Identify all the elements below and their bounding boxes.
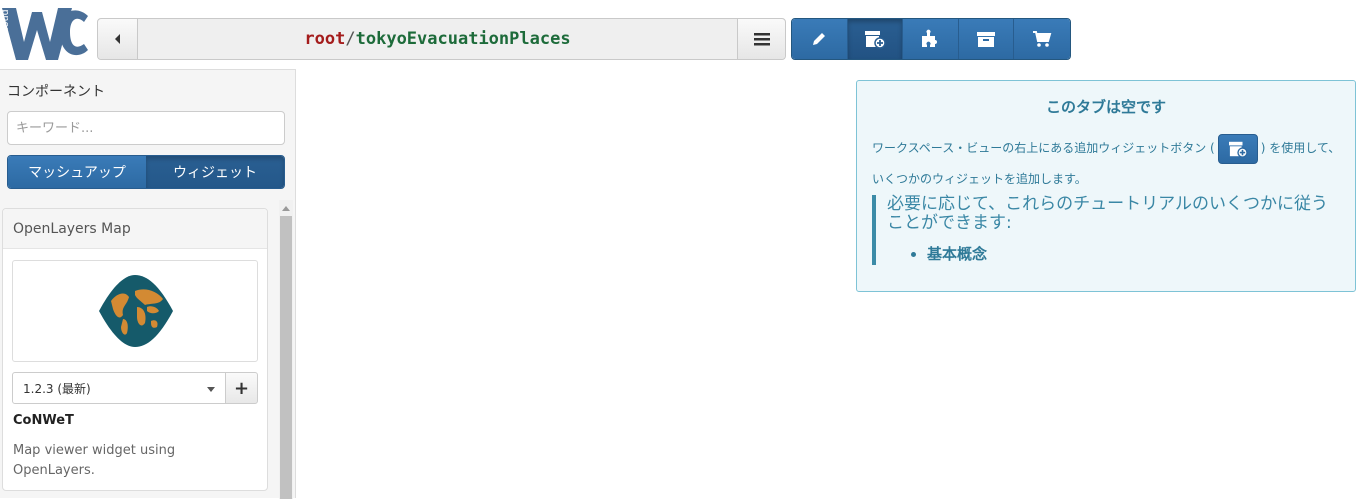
add-component-button[interactable]: +: [225, 372, 258, 404]
wirecloud-logo-icon: [2, 8, 88, 60]
sidebar-scrollbar[interactable]: [279, 200, 293, 499]
tab-widgets[interactable]: ウィジェット: [146, 156, 284, 188]
scrollbar-thumb[interactable]: [280, 216, 292, 499]
empty-tab-alert: このタブは空です ワークスペース・ビューの右上にある追加ウィジェットボタン ()…: [856, 80, 1356, 292]
component-type-tabs: マッシュアップ ウィジェット: [7, 155, 285, 189]
inline-add-widget-button: [1217, 133, 1258, 164]
cart-icon: [1033, 31, 1052, 47]
keyword-search-input[interactable]: [7, 111, 285, 145]
pencil-icon: [813, 33, 826, 45]
add-widget-button[interactable]: [847, 19, 904, 59]
workspace-name: tokyoEvacuationPlaces: [355, 29, 571, 49]
component-name: OpenLayers Map: [3, 209, 267, 249]
component-description: Map viewer widget using OpenLayers.: [13, 443, 176, 478]
edit-button[interactable]: [792, 19, 848, 59]
component-sidebar: コンポーネント マッシュアップ ウィジェット OpenLayers Map 1.…: [0, 69, 296, 499]
workspace-path: root/tokyoEvacuationPlaces: [138, 29, 737, 49]
wiring-button[interactable]: [903, 19, 959, 59]
add-widget-icon: [864, 31, 886, 49]
tutorial-list: 基本概念: [887, 243, 1342, 264]
component-vendor: CoNWeT: [13, 413, 74, 428]
wirecloud-logo[interactable]: Wirecloud: [0, 2, 90, 64]
workspace-menu-button[interactable]: [737, 19, 785, 59]
workspace-toolbar: [791, 18, 1071, 60]
puzzle-icon: [922, 29, 938, 47]
alert-title: このタブは空です: [1045, 98, 1166, 116]
tutorial-blockquote: 必要に応じて、これらのチュートリアルのいくつかに従うことができます: 基本概念: [872, 195, 1342, 265]
marketplace-button[interactable]: [1014, 19, 1070, 59]
component-card: OpenLayers Map 1.2.3 (最新) + CoNWeT Map v…: [2, 208, 268, 491]
component-thumbnail: [12, 260, 258, 362]
scroll-up-icon[interactable]: [282, 206, 290, 211]
chevron-left-icon: [114, 34, 120, 44]
back-button[interactable]: [98, 19, 138, 59]
version-value: 1.2.3 (最新): [23, 381, 91, 396]
path-separator: /: [345, 29, 356, 49]
logo-text: Wirecloud: [0, 9, 11, 58]
tutorial-text: 必要に応じて、これらのチュートリアルのいくつかに従うことができます:: [887, 194, 1328, 233]
workspace-path-bar: root/tokyoEvacuationPlaces: [97, 18, 786, 60]
archive-icon: [977, 32, 996, 47]
tab-mashups[interactable]: マッシュアップ: [8, 156, 146, 188]
hamburger-icon: [753, 33, 770, 46]
my-resources-button[interactable]: [958, 19, 1015, 59]
alert-instructions: ワークスペース・ビューの右上にある追加ウィジェットボタン () を使用して、いく…: [872, 133, 1352, 195]
workspace-owner: root: [304, 29, 346, 49]
version-select[interactable]: 1.2.3 (最新): [12, 372, 226, 404]
sidebar-title: コンポーネント: [7, 84, 105, 100]
caret-down-icon: [207, 387, 215, 392]
add-widget-icon: [1228, 141, 1248, 158]
world-map-icon: [99, 275, 173, 347]
instructions-before: ワークスペース・ビューの右上にある追加ウィジェットボタン (: [872, 141, 1215, 155]
tutorial-link-basic-concepts[interactable]: 基本概念: [927, 243, 1342, 264]
component-list: OpenLayers Map 1.2.3 (最新) + CoNWeT Map v…: [0, 200, 295, 499]
